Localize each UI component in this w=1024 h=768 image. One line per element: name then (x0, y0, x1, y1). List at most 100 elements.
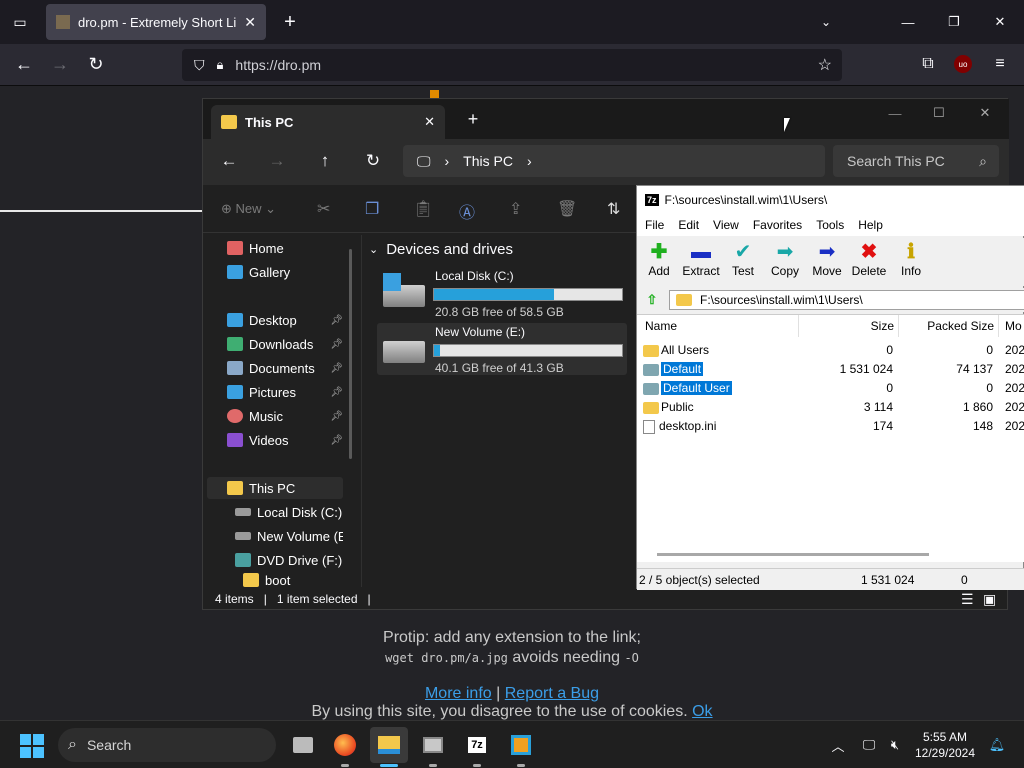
chevron-down-icon[interactable]: ⌄ (814, 10, 838, 34)
table-row[interactable]: Public 3 114 1 860 202 (637, 398, 1024, 417)
firefox-icon[interactable] (326, 727, 364, 763)
move-button[interactable]: ➡ Move (805, 240, 849, 278)
drive-e[interactable]: New Volume (E:) 40.1 GB free of 41.3 GB (377, 323, 627, 375)
drive-c[interactable]: Local Disk (C:) 20.8 GB free of 58.5 GB (377, 267, 627, 319)
extract-button[interactable]: ▬ Extract (679, 240, 723, 278)
notification-bell-icon[interactable]: 🔔︎ (986, 733, 1008, 757)
reload-icon[interactable]: ↻ (84, 52, 108, 76)
copy-icon[interactable]: ❐ (365, 199, 379, 219)
explorer-back-icon[interactable]: ← (217, 149, 241, 173)
more-info-link[interactable]: More info (425, 685, 492, 702)
report-bug-link[interactable]: Report a Bug (505, 685, 599, 702)
new-tab-icon[interactable]: + (278, 10, 302, 34)
start-button[interactable] (20, 734, 44, 758)
tracking-shield-icon[interactable]: ⛉ (194, 57, 205, 74)
menu-edit[interactable]: Edit (678, 218, 699, 232)
installer-icon[interactable] (414, 727, 452, 763)
rename-icon[interactable]: Ⓐ (459, 199, 475, 223)
cut-icon[interactable]: ✂ (317, 199, 330, 219)
chevron-right-icon[interactable]: › (445, 153, 450, 169)
pin-icon[interactable]: 📌︎ (330, 411, 343, 422)
explorer-search-input[interactable]: Search This PC ⌕ (833, 145, 999, 177)
pin-icon[interactable]: 📌︎ (330, 339, 343, 350)
explorer-close-icon[interactable]: ✕ (973, 101, 997, 125)
url-text[interactable]: https://dro.pm (235, 57, 321, 73)
tiles-view-icon[interactable]: ▣ (983, 591, 996, 608)
column-packed-size[interactable]: Packed Size (899, 315, 999, 337)
url-bar[interactable]: ⛉ 🔒︎ https://dro.pm ☆ (182, 49, 842, 81)
up-folder-icon[interactable]: ⇧ (641, 290, 663, 310)
pin-icon[interactable]: 📌︎ (330, 387, 343, 398)
menu-file[interactable]: File (645, 218, 664, 232)
menu-view[interactable]: View (713, 218, 739, 232)
table-row[interactable]: Default 1 531 024 74 137 202 (637, 360, 1024, 379)
tab-list-icon[interactable]: ▭ (8, 10, 32, 34)
path-text[interactable]: F:\sources\install.wim\1\Users\ (700, 293, 863, 307)
file-explorer-icon[interactable] (370, 727, 408, 763)
explorer-refresh-icon[interactable]: ↻ (361, 149, 385, 173)
horizontal-scrollbar[interactable] (657, 553, 929, 556)
lock-icon[interactable]: 🔒︎ (217, 57, 224, 73)
ublock-icon[interactable]: uo (954, 55, 972, 73)
nav-music[interactable]: Music 📌︎ (227, 405, 343, 427)
delete-button[interactable]: ✖ Delete (847, 240, 891, 278)
chevron-right-icon[interactable]: › (527, 153, 532, 169)
copy-button[interactable]: ➡ Copy (763, 240, 807, 278)
tab-close-icon[interactable]: ✕ (244, 14, 256, 31)
cookie-ok-link[interactable]: Ok (692, 703, 712, 720)
nav-home[interactable]: Home (227, 237, 363, 259)
column-name[interactable]: Name (637, 315, 799, 337)
pin-icon[interactable]: 📌︎ (330, 315, 343, 326)
table-row[interactable]: Default User 0 0 202 (637, 379, 1024, 398)
menu-help[interactable]: Help (858, 218, 883, 232)
explorer-maximize-icon[interactable]: ☐ (927, 101, 951, 125)
nav-dvd-drive[interactable]: DVD Drive (F:) S (235, 549, 343, 571)
explorer-new-tab-icon[interactable]: + (461, 107, 485, 131)
close-window-icon[interactable]: ✕ (988, 10, 1012, 34)
table-row[interactable]: All Users 0 0 202 (637, 341, 1024, 360)
menu-tools[interactable]: Tools (816, 218, 844, 232)
new-button[interactable]: ⊕ New ⌄ (221, 201, 276, 217)
nav-this-pc[interactable]: This PC (207, 477, 343, 499)
sevenzip-taskbar-icon[interactable]: 7z (458, 727, 496, 763)
column-modified[interactable]: Mo (999, 315, 1024, 337)
nav-pictures[interactable]: Pictures 📌︎ (227, 381, 343, 403)
column-size[interactable]: Size (799, 315, 899, 337)
nav-desktop[interactable]: Desktop 📌︎ (227, 309, 343, 331)
menu-favorites[interactable]: Favorites (753, 218, 802, 232)
add-button[interactable]: ✚ Add (637, 240, 681, 278)
details-view-icon[interactable]: ☰ (961, 591, 974, 608)
app-icon[interactable] (502, 727, 540, 763)
nav-videos[interactable]: Videos 📌︎ (227, 429, 343, 451)
explorer-tab-close-icon[interactable]: ✕ (424, 114, 435, 130)
share-icon[interactable]: ⇪ (509, 199, 522, 219)
nav-local-disk[interactable]: Local Disk (C:) (235, 501, 343, 523)
nav-new-volume[interactable]: New Volume (E: (235, 525, 343, 547)
minimize-icon[interactable]: — (896, 10, 920, 34)
explorer-up-icon[interactable]: ↑ (313, 149, 337, 173)
taskbar-search[interactable]: ⌕ Search (58, 728, 276, 762)
nav-boot[interactable]: boot (243, 573, 343, 587)
back-icon[interactable]: ← (12, 52, 36, 76)
section-header[interactable]: ⌄ Devices and drives (369, 241, 513, 258)
nav-gallery[interactable]: Gallery (227, 261, 363, 283)
nav-downloads[interactable]: Downloads 📌︎ (227, 333, 343, 355)
nav-scrollbar[interactable] (349, 249, 352, 459)
volume-muted-icon[interactable]: 🔇︎ (884, 733, 906, 757)
nav-documents[interactable]: Documents 📌︎ (227, 357, 343, 379)
pin-icon[interactable]: 📌︎ (330, 435, 343, 446)
restore-icon[interactable]: ❐ (942, 10, 966, 34)
sort-icon[interactable]: ⇅ (607, 199, 620, 219)
delete-icon[interactable]: 🗑︎ (557, 199, 577, 219)
network-icon[interactable]: 🖵 (858, 733, 880, 757)
breadcrumb-this-pc[interactable]: This PC (463, 153, 513, 169)
path-input[interactable]: F:\sources\install.wim\1\Users\ (669, 290, 1024, 310)
info-button[interactable]: ℹ Info (889, 240, 933, 278)
test-button[interactable]: ✔ Test (721, 240, 765, 278)
explorer-forward-icon[interactable]: → (265, 149, 289, 173)
clock[interactable]: 5:55 AM 12/29/2024 (910, 729, 980, 761)
paste-icon[interactable]: 📋︎ (413, 199, 433, 219)
explorer-minimize-icon[interactable]: — (883, 101, 907, 125)
forward-icon[interactable]: → (48, 52, 72, 76)
breadcrumb[interactable]: 🖵 › This PC › (403, 145, 825, 177)
